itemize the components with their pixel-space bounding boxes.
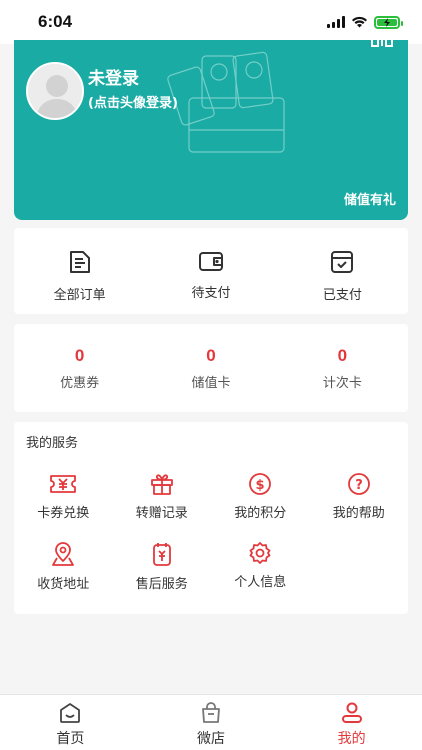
- paid-orders-button[interactable]: 已支付: [277, 228, 408, 314]
- coupons-item[interactable]: 0 优惠券: [14, 324, 145, 412]
- profile-card: 未登录 (点击头像登录) 储值有礼: [14, 40, 408, 220]
- wallet-icon: [198, 252, 223, 271]
- tab-home[interactable]: 首页: [0, 695, 141, 750]
- all-orders-label: 全部订单: [53, 288, 106, 303]
- stored-value-card-item[interactable]: 0 储值卡: [145, 324, 276, 412]
- login-hint[interactable]: (点击头像登录): [88, 92, 178, 111]
- avatar[interactable]: [26, 62, 84, 120]
- settings-icon: [249, 542, 271, 564]
- user-icon: [341, 702, 362, 723]
- member-code-icon[interactable]: [370, 40, 394, 48]
- cards-decoration-icon: [167, 51, 285, 153]
- service-coupon-exchange-label: 卡券兑换: [37, 506, 90, 521]
- services-title: 我的服务: [26, 436, 79, 451]
- after-sales-icon: [152, 543, 171, 566]
- tab-mine-label: 我的: [337, 731, 366, 747]
- tab-home-label: 首页: [56, 731, 85, 747]
- service-shipping-address-label: 收货地址: [37, 577, 90, 592]
- paid-box-icon: [331, 251, 354, 273]
- service-after-sales[interactable]: 售后服务: [113, 541, 212, 592]
- service-gift-records-label: 转赠记录: [135, 506, 188, 521]
- status-bar: 6:04: [0, 0, 422, 44]
- coupon-exchange-icon: [50, 475, 77, 493]
- order-section: 全部订单 待支付 已支付: [14, 228, 408, 314]
- stored-value-link[interactable]: 储值有礼: [344, 189, 396, 208]
- svg-text:?: ?: [355, 478, 363, 493]
- gift-icon: [150, 474, 173, 495]
- service-personal-info[interactable]: 个人信息: [211, 541, 310, 592]
- svg-text:$: $: [256, 478, 265, 493]
- points-icon: $: [249, 473, 272, 495]
- service-my-help[interactable]: ? 我的帮助: [310, 472, 409, 521]
- coupons-label: 优惠券: [60, 376, 100, 391]
- punch-card-item[interactable]: 0 计次卡: [277, 324, 408, 412]
- user-name: 未登录: [88, 69, 139, 89]
- home-icon: [60, 703, 81, 723]
- assets-section: 0 优惠券 0 储值卡 0 计次卡: [14, 324, 408, 412]
- services-section: 我的服务 卡券兑换 转赠记录 $ 我的积分 ? 我的帮助 收货地址 售后服务 个…: [14, 422, 408, 614]
- tab-shop-label: 微店: [197, 731, 225, 747]
- tab-bar: 首页 微店 我的: [0, 694, 422, 750]
- cellular-signal-icon: [327, 16, 345, 28]
- order-list-icon: [69, 251, 90, 273]
- help-icon: ?: [347, 473, 370, 495]
- pending-payment-button[interactable]: 待支付: [145, 228, 276, 314]
- service-coupon-exchange[interactable]: 卡券兑换: [14, 472, 113, 521]
- status-time: 6:04: [38, 12, 73, 31]
- coupons-count: 0: [74, 346, 85, 365]
- location-icon: [52, 542, 75, 566]
- service-my-help-label: 我的帮助: [332, 506, 385, 521]
- service-gift-records[interactable]: 转赠记录: [113, 472, 212, 521]
- tab-mine[interactable]: 我的: [281, 695, 422, 750]
- service-shipping-address[interactable]: 收货地址: [14, 541, 113, 592]
- service-my-points[interactable]: $ 我的积分: [211, 472, 310, 521]
- service-personal-info-label: 个人信息: [234, 575, 287, 590]
- pending-payment-label: 待支付: [191, 286, 231, 301]
- stored-value-card-label: 储值卡: [191, 376, 231, 391]
- all-orders-button[interactable]: 全部订单: [14, 228, 145, 314]
- service-after-sales-label: 售后服务: [135, 577, 188, 592]
- stored-value-card-count: 0: [206, 346, 216, 365]
- paid-orders-label: 已支付: [322, 288, 362, 303]
- battery-icon: [374, 15, 403, 29]
- default-avatar-icon: [28, 64, 82, 118]
- service-my-points-label: 我的积分: [234, 506, 287, 521]
- status-icons: [327, 15, 403, 29]
- shop-bag-icon: [202, 702, 220, 723]
- tab-shop[interactable]: 微店: [141, 695, 282, 750]
- services-grid: 卡券兑换 转赠记录 $ 我的积分 ? 我的帮助 收货地址 售后服务 个人信息: [14, 472, 408, 592]
- wifi-icon: [352, 16, 367, 28]
- punch-card-count: 0: [337, 346, 348, 365]
- punch-card-label: 计次卡: [322, 376, 362, 391]
